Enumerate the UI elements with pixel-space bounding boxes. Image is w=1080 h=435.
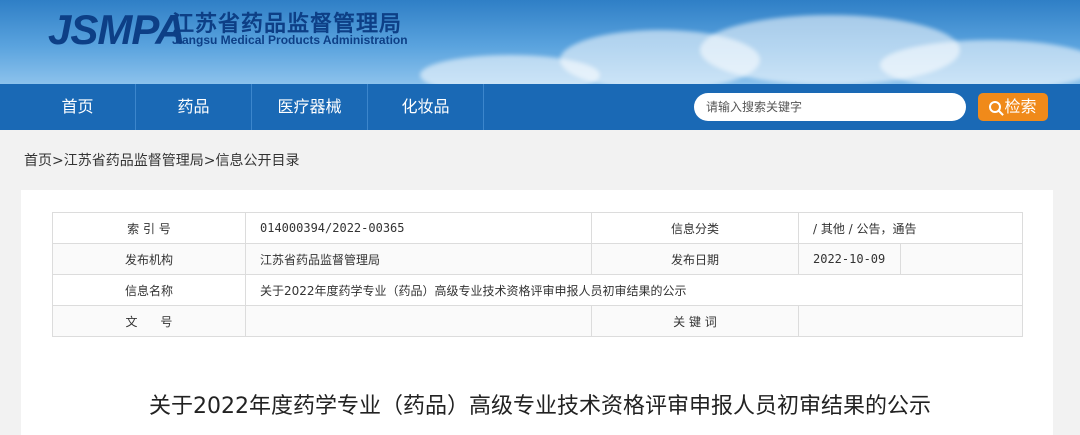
site-logo[interactable]: JSMPA [48,6,186,54]
site-name-en: Jiangsu Medical Products Administration [172,33,408,47]
info-name-label: 信息名称 [52,274,246,306]
breadcrumb-current[interactable]: 信息公开目录 [215,153,299,169]
info-name-value: 关于2022年度药学专业（药品）高级专业技术资格评审申报人员初审结果的公示 [245,274,1023,306]
table-row: 发布机构 江苏省药品监督管理局 发布日期 2022-10-09 [52,243,1023,275]
table-row: 索 引 号 014000394/2022-00365 信息分类 / 其他 / 公… [52,212,1023,244]
category-label: 信息分类 [591,212,799,244]
info-metadata-table: 索 引 号 014000394/2022-00365 信息分类 / 其他 / 公… [52,212,1023,337]
search-input[interactable] [694,93,966,121]
breadcrumb-home[interactable]: 首页 [24,153,52,169]
breadcrumb: 首页>江苏省药品监督管理局>信息公开目录 [24,150,299,170]
keywords-label: 关 键 词 [591,305,799,337]
breadcrumb-separator: > [203,153,216,169]
publisher-label: 发布机构 [52,243,246,275]
table-row: 信息名称 关于2022年度药学专业（药品）高级专业技术资格评审申报人员初审结果的… [52,274,1023,306]
breadcrumb-org[interactable]: 江苏省药品监督管理局 [64,153,204,169]
breadcrumb-separator: > [52,153,64,169]
search-button[interactable]: 检索 [978,93,1048,121]
keywords-value [798,305,1023,337]
doc-number-label: 文 号 [52,305,246,337]
index-label: 索 引 号 [52,212,246,244]
table-row: 文 号 关 键 词 [52,305,1023,337]
nav-item-drugs[interactable]: 药品 [136,84,252,130]
article-title: 关于2022年度药学专业（药品）高级专业技术资格评审申报人员初审结果的公示 [149,394,931,419]
publisher-value: 江苏省药品监督管理局 [245,243,592,275]
nav-item-cosmetics[interactable]: 化妆品 [368,84,484,130]
date-label: 发布日期 [591,243,799,275]
search-icon [989,101,1002,113]
site-header: JSMPA 江苏省药品监督管理局 Jiangsu Medical Product… [0,0,1080,84]
category-value: / 其他 / 公告，通告 [798,212,1023,244]
date-value: 2022-10-09 [798,243,901,275]
doc-number-value [245,305,592,337]
search-button-label: 检索 [1004,97,1037,116]
nav-item-home[interactable]: 首页 [20,84,136,130]
index-value: 014000394/2022-00365 [245,212,592,244]
empty-cell [900,243,1023,275]
nav-item-medical-devices[interactable]: 医疗器械 [252,84,368,130]
